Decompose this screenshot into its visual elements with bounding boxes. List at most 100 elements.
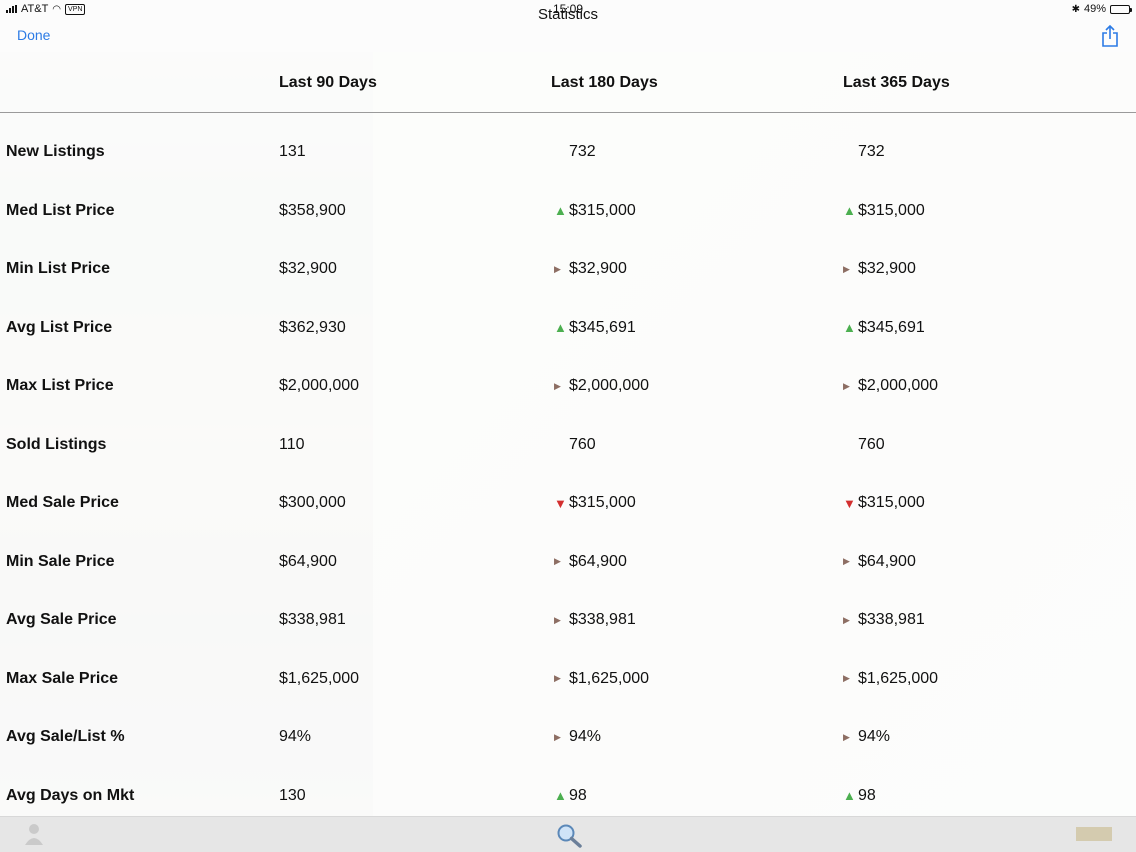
cell-last-180-days-value: $338,981 — [569, 611, 636, 628]
arrow-right-icon: ▶ — [554, 380, 561, 391]
cell-last-90-days-value: 110 — [279, 435, 305, 453]
cell-last-365-days-value: $345,691 — [858, 318, 925, 336]
page-title: Statistics — [537, 6, 598, 23]
cell-last-365-days-value: $2,000,000 — [858, 377, 939, 394]
cell-last-365-days: ▲ $315,000 — [843, 202, 925, 220]
cell-last-90-days: 110 — [279, 436, 305, 454]
arrow-right-icon: ▶ — [843, 380, 850, 391]
cell-last-180-days: 732 — [554, 143, 596, 161]
cell-last-180-days-value: $32,900 — [569, 260, 627, 277]
cell-last-365-days: 760 — [843, 436, 885, 454]
table-row: Med Sale Price $300,000 ▼ $315,000 ▼ $315,000 — [0, 464, 1136, 523]
row-label: New Listings — [6, 143, 105, 160]
done-button[interactable]: Done — [17, 27, 50, 43]
arrow-right-icon: ▶ — [554, 556, 561, 566]
cell-last-180-days: 760 — [554, 436, 596, 454]
arrow-up-icon: ▲ — [843, 320, 856, 335]
header-last-180-days: Last 180 Days — [551, 74, 658, 91]
arrow-up-icon: ▲ — [843, 788, 856, 803]
cell-last-365-days-value: 98 — [858, 786, 876, 804]
cell-last-90-days-value: $32,900 — [279, 260, 337, 277]
arrow-up-icon: ▲ — [554, 320, 567, 335]
table-body: New Listings 131 732 732 Med List Price $358,… — [0, 113, 1136, 815]
cell-last-90-days-value: $1,625,000 — [279, 669, 360, 687]
row-label: Min List Price — [6, 260, 111, 277]
cell-last-90-days: $338,981 — [279, 611, 346, 629]
cell-last-365-days: 732 — [843, 143, 885, 161]
cell-last-180-days: ▶ $32,900 — [554, 260, 627, 278]
cell-last-90-days: $64,900 — [279, 553, 337, 571]
cell-last-365-days: ▶ 94% — [843, 728, 890, 746]
cell-last-365-days-value: $32,900 — [858, 260, 916, 277]
cell-last-365-days-value: 94% — [858, 728, 891, 745]
arrow-right-icon: ▶ — [554, 731, 561, 742]
cell-last-180-days: ▶ $1,625,000 — [554, 670, 649, 688]
cell-last-365-days-value: 732 — [858, 143, 885, 160]
cell-last-365-days: ▲ $345,691 — [843, 319, 925, 337]
table-row: Min List Price $32,900 ▶ $32,900 ▶ $32,900 — [0, 230, 1136, 289]
cell-last-90-days: $2,000,000 — [279, 377, 359, 395]
cell-last-90-days: 130 — [279, 787, 306, 805]
cell-last-180-days-value: 760 — [569, 435, 596, 453]
cell-last-90-days-value: 94% — [279, 728, 312, 745]
person-icon[interactable] — [22, 821, 46, 847]
navigation-bar: Statistics Done — [0, 6, 1136, 52]
share-icon[interactable] — [1100, 24, 1120, 48]
arrow-right-icon: ▶ — [554, 673, 561, 683]
arrow-right-icon: ▶ — [554, 614, 561, 625]
arrow-right-icon: ▶ — [843, 556, 850, 566]
cell-last-180-days-value: 98 — [569, 786, 587, 804]
cell-last-90-days-value: $2,000,000 — [279, 377, 360, 394]
search-icon[interactable] — [555, 823, 583, 849]
table-row: New Listings 131 732 732 — [0, 113, 1136, 172]
cell-last-90-days-value: 130 — [279, 786, 306, 804]
cell-last-365-days: ▲ 98 — [843, 787, 876, 805]
arrow-right-icon: ▶ — [843, 673, 850, 683]
table-row: Avg Days on Mkt 130 ▲ 98 ▲ 98 — [0, 757, 1136, 816]
cell-last-365-days-value: 760 — [858, 435, 885, 453]
statistics-table: Last 90 Days Last 180 Days Last 365 Days… — [0, 52, 1136, 815]
arrow-right-icon: ▶ — [554, 263, 561, 274]
arrow-right-icon: ▶ — [843, 614, 850, 625]
cell-last-90-days-value: $300,000 — [279, 494, 346, 511]
cell-last-180-days: ▶ 94% — [554, 728, 601, 746]
cell-last-180-days: ▼ $315,000 — [554, 494, 636, 512]
cell-last-365-days: ▶ $1,625,000 — [843, 670, 938, 688]
cell-last-180-days: ▶ $338,981 — [554, 611, 636, 629]
cell-last-365-days-value: $1,625,000 — [858, 669, 939, 687]
cell-last-90-days: $1,625,000 — [279, 670, 359, 688]
cell-last-90-days-value: $362,930 — [279, 318, 346, 336]
row-label: Max Sale Price — [6, 669, 119, 687]
row-label: Avg List Price — [6, 318, 113, 336]
arrow-down-icon: ▼ — [843, 495, 856, 511]
cell-last-90-days: $300,000 — [279, 494, 346, 512]
tab-bar — [0, 816, 1136, 852]
cell-last-90-days-value: 131 — [279, 143, 306, 160]
table-row: Avg Sale Price $338,981 ▶ $338,981 ▶ $338,981 — [0, 581, 1136, 640]
arrow-up-icon: ▲ — [554, 788, 567, 803]
cell-last-180-days: ▲ $345,691 — [554, 319, 636, 337]
cell-last-180-days: ▲ $315,000 — [554, 202, 636, 220]
cell-last-365-days: ▼ $315,000 — [843, 494, 925, 512]
cell-last-90-days-value: $358,900 — [279, 201, 346, 219]
cell-last-90-days: 94% — [279, 728, 311, 746]
cell-last-365-days-value: $315,000 — [858, 494, 925, 511]
cell-last-90-days: $358,900 — [279, 202, 346, 220]
arrow-right-icon: ▶ — [843, 263, 850, 274]
cell-last-180-days: ▲ 98 — [554, 787, 587, 805]
table-row: Avg List Price $362,930 ▲ $345,691 ▲ $345,691 — [0, 289, 1136, 348]
row-label: Avg Days on Mkt — [6, 786, 135, 804]
cell-last-180-days-value: 94% — [569, 728, 602, 745]
arrow-right-icon: ▶ — [843, 731, 850, 742]
arrow-down-icon: ▼ — [554, 495, 567, 511]
cell-last-90-days-value: $64,900 — [279, 552, 337, 570]
cell-last-90-days: $32,900 — [279, 260, 337, 278]
header-last-365-days: Last 365 Days — [843, 74, 950, 91]
cell-last-180-days-value: $64,900 — [569, 552, 627, 570]
cell-last-365-days-value: $315,000 — [858, 201, 925, 219]
logo-icon[interactable] — [1074, 821, 1114, 847]
row-label: Med Sale Price — [6, 494, 119, 511]
cell-last-180-days-value: $315,000 — [569, 494, 636, 511]
header-last-90-days: Last 90 Days — [279, 74, 377, 91]
table-row: Min Sale Price $64,900 ▶ $64,900 ▶ $64,900 — [0, 523, 1136, 582]
